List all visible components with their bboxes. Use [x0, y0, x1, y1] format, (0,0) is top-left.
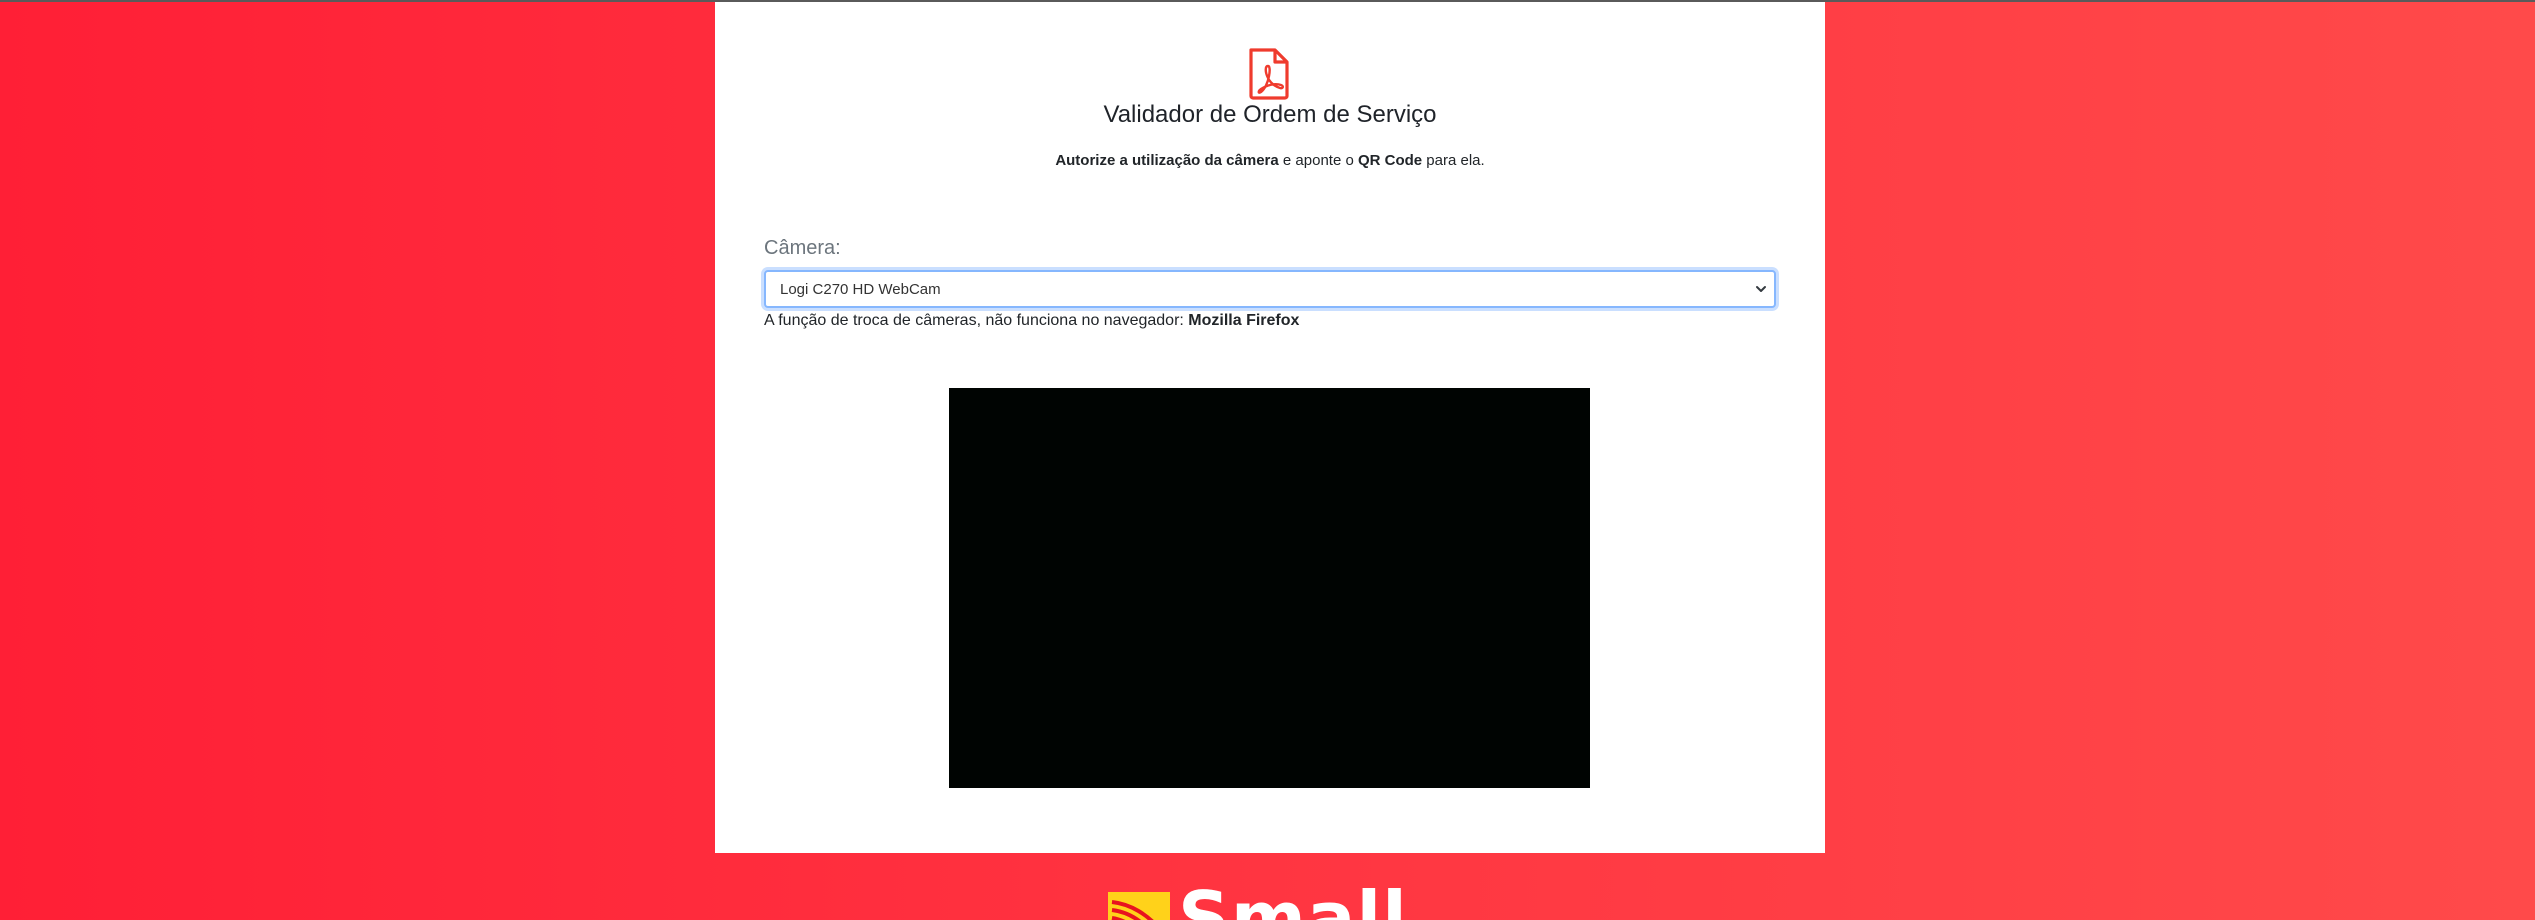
camera-select-value: Logi C270 HD WebCam [780, 281, 941, 298]
camera-select[interactable]: Logi C270 HD WebCam [764, 270, 1776, 308]
camera-preview-video [949, 388, 1590, 788]
notice-text: A função de troca de câmeras, não funcio… [764, 312, 1189, 329]
brand-logo: Small [1108, 882, 1438, 920]
instructions-middle: e aponte o [1278, 152, 1358, 169]
logo-text: Small [1178, 882, 1408, 920]
page-title: Validador de Ordem de Serviço [1103, 101, 1437, 128]
pdf-file-icon [1247, 48, 1291, 100]
chevron-down-icon [1754, 282, 1768, 296]
camera-switch-notice: A função de troca de câmeras, não funcio… [764, 310, 1299, 332]
notice-browser: Mozilla Firefox [1188, 312, 1300, 329]
instructions-authorize: Autorize a utilização da câmera [1055, 152, 1279, 169]
instructions-end: para ela. [1422, 152, 1485, 169]
camera-label: Câmera: [764, 237, 841, 259]
instructions-qr-code: QR Code [1357, 152, 1423, 169]
logo-emblem-icon [1108, 892, 1170, 920]
instructions-text: Autorize a utilização da câmera e aponte… [715, 150, 1825, 172]
